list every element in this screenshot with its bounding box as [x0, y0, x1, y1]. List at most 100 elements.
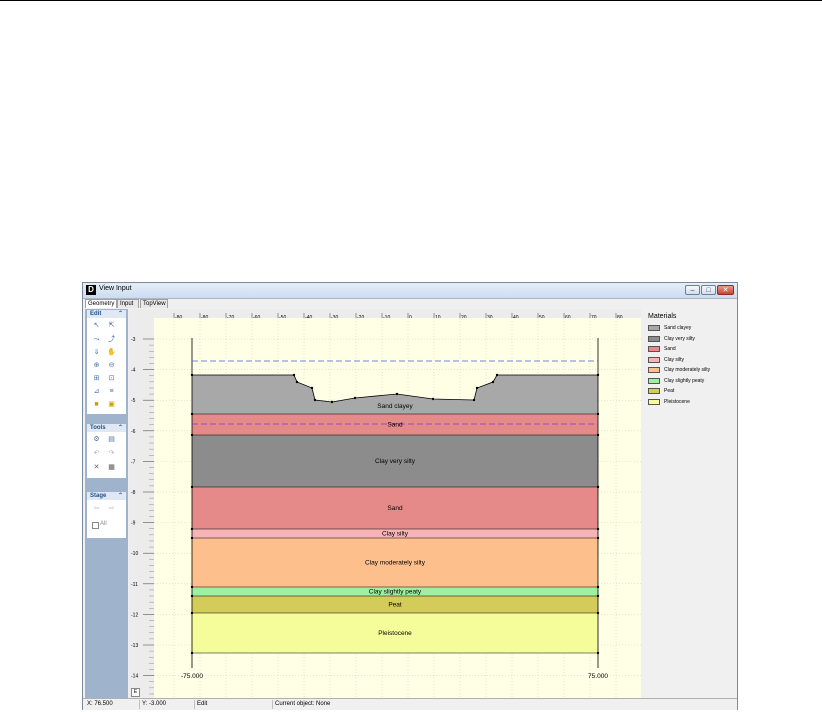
pan-hand-icon[interactable]: ✋	[107, 348, 116, 357]
close-button[interactable]: ✕	[717, 285, 734, 295]
undo-icon[interactable]: ↶	[92, 449, 101, 458]
geometry-point[interactable]	[431, 397, 435, 401]
y-tick-label: -12	[131, 612, 138, 618]
status-x: X: 76.500	[85, 700, 140, 709]
move-down-icon[interactable]: ⇓	[92, 348, 101, 357]
geometry-point[interactable]	[310, 386, 314, 390]
redo-icon[interactable]: ↷	[107, 449, 116, 458]
geometry-point[interactable]	[353, 396, 357, 400]
material-label: Clay slightly peaty	[664, 377, 705, 384]
all-stages-checkbox[interactable]	[92, 522, 99, 529]
geometry-drawing[interactable]: Sand clayey Sand Clay very silty Sand Clay s…	[154, 318, 641, 707]
y-tick-label: -8	[131, 490, 136, 496]
layer-label: Sand	[387, 505, 403, 512]
status-current-object: Current object: None	[275, 701, 331, 707]
material-swatch	[648, 388, 660, 394]
y-tick-label: -7	[131, 459, 136, 465]
stage-panel: Stage ⌃ ⇦ ⇨ All	[87, 492, 126, 538]
boundary-icon[interactable]: ▣	[107, 400, 116, 409]
tools-panel-header[interactable]: Tools ⌃	[87, 424, 126, 432]
material-swatch	[648, 346, 660, 352]
layer-label: Clay moderately silty	[365, 560, 426, 567]
stage-forward-icon[interactable]: ⇨	[107, 504, 116, 513]
left-limit-label: -75.000	[181, 673, 203, 680]
zoom-limits-icon[interactable]: ⊡	[107, 374, 116, 383]
layer-label: Clay very silty	[375, 458, 416, 465]
measure-icon[interactable]: ⊿	[92, 387, 101, 396]
y-tick-label: -14	[131, 674, 138, 680]
material-label: Clay moderately silty	[664, 367, 711, 373]
geometry-point[interactable]	[295, 380, 299, 384]
layer-label: Sand	[387, 422, 403, 429]
layer-label: Clay slightly peaty	[369, 589, 422, 596]
y-tick-label: -11	[131, 582, 138, 588]
zoom-out-icon[interactable]: ⊖	[107, 361, 116, 370]
material-swatch	[648, 398, 660, 405]
zoom-in-icon[interactable]: ⊕	[92, 361, 101, 370]
geometry-canvas[interactable]: Sand clayey Sand Clay very silty Sand Clay s…	[154, 318, 641, 707]
properties-icon[interactable]: ⚙	[92, 435, 101, 444]
geometry-point[interactable]	[313, 398, 317, 402]
geometry-point[interactable]	[472, 398, 476, 402]
edit-panel: Edit ⌃ ↖ ⇱ ⤳ ⤴ ⇓ ✋ ⊕ ⊖ ⊞ ⊡ ⊿ ≡ ■ ▣	[87, 310, 126, 414]
tools-panel: Tools ⌃ ⚙ ▤ ↶ ↷ ✕ ▦	[87, 424, 126, 478]
view-input-window: D View Input – □ ✕ Geometry Input TopVie…	[82, 282, 738, 710]
y-tick-label: -10	[131, 551, 138, 557]
grid-icon[interactable]: ≡	[107, 387, 116, 396]
collapse-chevron-icon[interactable]: ⌃	[118, 424, 123, 432]
geometry-point[interactable]	[491, 380, 495, 384]
status-bar: X: 76.500 Y: -3.000 Edit Current object:…	[83, 698, 737, 710]
stage-panel-header[interactable]: Stage ⌃	[87, 492, 126, 500]
tab-input[interactable]: Input	[117, 299, 139, 308]
collapse-chevron-icon[interactable]: ⌃	[118, 492, 123, 500]
geometry-point[interactable]	[292, 373, 296, 377]
title-bar: D View Input – □ ✕	[83, 283, 737, 299]
materials-panel: Materials Sand clayey Clay very silty Sand…	[642, 309, 735, 698]
material-label: Sand	[664, 346, 676, 352]
vertical-ruler-scale: -3-4-5-6-7-8-9-10-11-12-13-14-15	[131, 337, 154, 710]
y-tick-label: -3	[131, 337, 136, 343]
y-tick-label: -4	[131, 368, 136, 374]
maximize-button[interactable]: □	[701, 285, 716, 295]
app-logo-icon: D	[86, 285, 96, 295]
edit-panel-header[interactable]: Edit ⌃	[87, 310, 126, 318]
collapse-chevron-icon[interactable]: ⌃	[118, 310, 123, 318]
material-swatch	[648, 377, 660, 384]
edit-panel-title: Edit	[90, 311, 102, 317]
status-y: Y: -3.000	[140, 700, 195, 709]
stage-panel-title: Stage	[90, 493, 107, 499]
materials-title: Materials	[648, 313, 677, 320]
select-arrow-icon[interactable]: ↖	[92, 321, 101, 330]
multi-select-icon[interactable]: ⇱	[107, 321, 116, 330]
material-label: Clay very silty	[664, 335, 695, 342]
geometry-point[interactable]	[395, 392, 399, 396]
layer-label: Pleistocene	[378, 630, 412, 637]
table-icon[interactable]: ▦	[107, 463, 116, 472]
vertical-ruler: -3-4-5-6-7-8-9-10-11-12-13-14-15	[129, 309, 154, 710]
material-swatch	[648, 335, 660, 342]
view-icon[interactable]: ▤	[107, 435, 116, 444]
layer-icon[interactable]: ■	[92, 400, 101, 409]
right-limit-label: 75.000	[588, 673, 608, 680]
delete-icon[interactable]: ✕	[92, 463, 101, 472]
geometry-point[interactable]	[495, 373, 499, 377]
minimize-button[interactable]: –	[685, 285, 700, 295]
geometry-point[interactable]	[330, 400, 334, 404]
tab-topview[interactable]: TopView	[140, 299, 168, 308]
add-line-icon[interactable]: ⤴	[107, 335, 116, 344]
material-label: Peat	[664, 388, 675, 394]
zoom-rect-icon[interactable]: ⊞	[92, 374, 101, 383]
geometry-point[interactable]	[475, 386, 479, 390]
material-swatch	[648, 356, 660, 363]
y-tick-label: -9	[131, 521, 136, 527]
material-label: Sand clayey	[664, 325, 692, 331]
status-mode: Edit	[195, 700, 273, 709]
layer-label: Sand clayey	[377, 403, 413, 410]
y-tick-label: -6	[131, 429, 136, 435]
tab-geometry[interactable]: Geometry	[85, 299, 117, 308]
y-tick-label: -13	[131, 643, 138, 649]
horizontal-ruler: -80-80-70-60-50-40-30-20-100102030405060…	[154, 309, 641, 322]
stage-back-icon[interactable]: ⇦	[92, 504, 101, 513]
add-point-icon[interactable]: ⤳	[92, 335, 101, 344]
layer-label: Clay silty	[382, 531, 409, 538]
